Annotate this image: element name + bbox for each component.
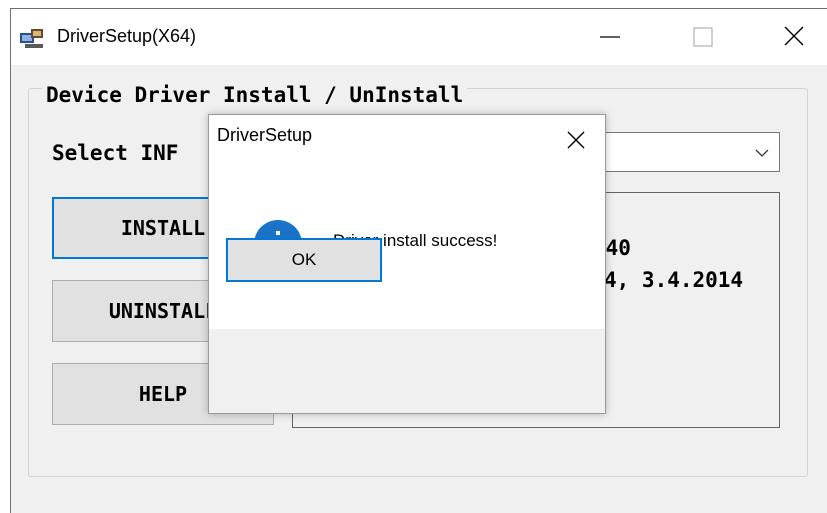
driver-setup-app-icon [20, 29, 43, 48]
dialog-footer [209, 329, 605, 413]
close-icon [567, 131, 585, 149]
select-inf-label: Select INF [52, 141, 179, 165]
groupbox-title: Device Driver Install / UnInstall [42, 83, 468, 107]
driver-info-line: 4, 3.4.2014 [604, 268, 744, 292]
minimize-icon [600, 36, 620, 38]
maximize-icon [693, 27, 713, 47]
maximize-button[interactable] [669, 9, 739, 65]
close-button[interactable] [763, 9, 827, 65]
ok-button[interactable]: OK [226, 238, 382, 282]
minimize-button[interactable] [576, 9, 646, 65]
title-bar[interactable]: DriverSetup(X64) [11, 9, 827, 65]
window-title: DriverSetup(X64) [57, 26, 197, 46]
close-icon [784, 26, 804, 46]
dialog-title: DriverSetup [217, 125, 313, 145]
dialog-close-button[interactable] [561, 125, 591, 155]
chevron-down-icon [755, 149, 769, 157]
inf-select-combobox[interactable] [600, 132, 780, 172]
